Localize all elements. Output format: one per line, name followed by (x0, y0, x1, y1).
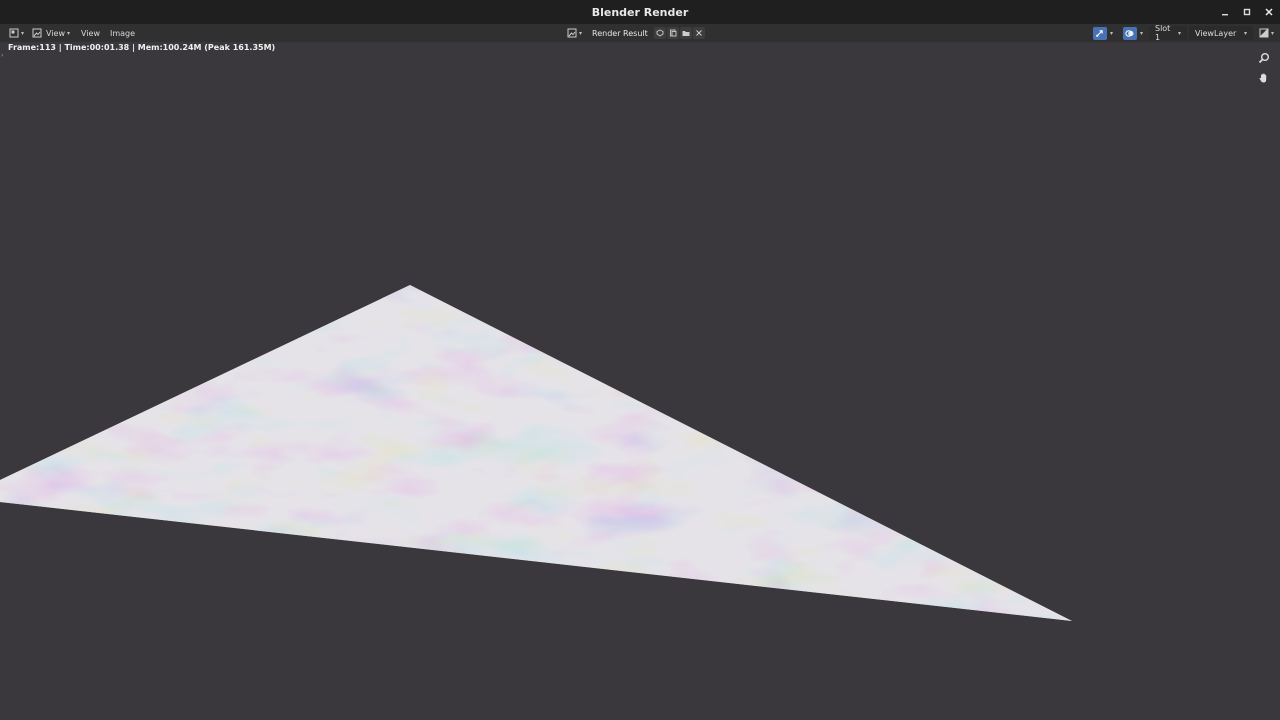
open-folder-icon[interactable] (679, 27, 692, 39)
chevron-down-icon: ▾ (1177, 29, 1181, 37)
pan-hand-icon[interactable] (1255, 69, 1273, 87)
chevron-down-icon[interactable]: ▾ (1110, 30, 1113, 37)
display-channels-dropdown[interactable]: ▾ (1259, 24, 1274, 42)
editor-type-selector[interactable]: ▾ (9, 24, 24, 42)
maximize-icon[interactable] (1236, 0, 1258, 24)
overlay-icon[interactable] (1122, 26, 1137, 40)
chevron-down-icon: ▾ (1270, 29, 1274, 37)
slot-dropdown[interactable]: Slot 1 ▾ (1148, 24, 1187, 42)
chevron-down-icon: ▾ (1243, 29, 1247, 37)
view-layer-dropdown[interactable]: ViewLayer ▾ (1188, 26, 1253, 40)
render-stats: Frame:113 | Time:00:01.38 | Mem:100.24M … (8, 43, 276, 52)
image-browse-group: ▾ Render Result (567, 24, 705, 42)
minimize-icon[interactable] (1214, 0, 1236, 24)
chevron-down-icon[interactable]: ▾ (1140, 30, 1143, 37)
header-right-group: ▾ ▾ Slot 1 ▾ ViewLayer ▾ ▾ (1092, 24, 1280, 42)
gizmo-icon[interactable] (1092, 26, 1107, 40)
menu-view[interactable]: View (81, 29, 100, 38)
new-image-icon[interactable] (666, 27, 679, 39)
fake-user-icon[interactable] (653, 27, 666, 39)
render-result-image (0, 285, 1072, 621)
zoom-icon[interactable] (1255, 49, 1273, 67)
toolbar-expand-arrow-icon[interactable]: › (1, 52, 3, 59)
menu-image[interactable]: Image (110, 29, 135, 38)
display-channels-icon (1259, 28, 1269, 38)
image-editor-icon (9, 28, 19, 38)
chevron-down-icon: ▾ (21, 29, 25, 37)
chevron-down-icon: ▾ (67, 29, 71, 37)
slot-label: Slot 1 (1154, 24, 1171, 42)
view-mode-icon (32, 28, 42, 38)
image-browse-icon (567, 28, 577, 38)
image-name-field[interactable]: Render Result (592, 29, 648, 38)
image-editor-header: ▾ View ▾ View Image ▾ Render Result ▾ ▾ … (0, 24, 1280, 42)
view-mode-label: View (46, 28, 65, 38)
image-browse-dropdown[interactable]: ▾ (567, 24, 582, 42)
window-title: Blender Render (591, 5, 689, 19)
view-mode-dropdown[interactable]: View ▾ (32, 24, 70, 42)
view-layer-label: ViewLayer (1194, 28, 1237, 38)
window-titlebar: Blender Render (0, 0, 1280, 24)
chevron-down-icon: ▾ (579, 29, 583, 37)
close-icon[interactable] (1258, 0, 1280, 24)
unlink-close-icon[interactable] (692, 27, 705, 39)
window-controls (1214, 0, 1280, 24)
